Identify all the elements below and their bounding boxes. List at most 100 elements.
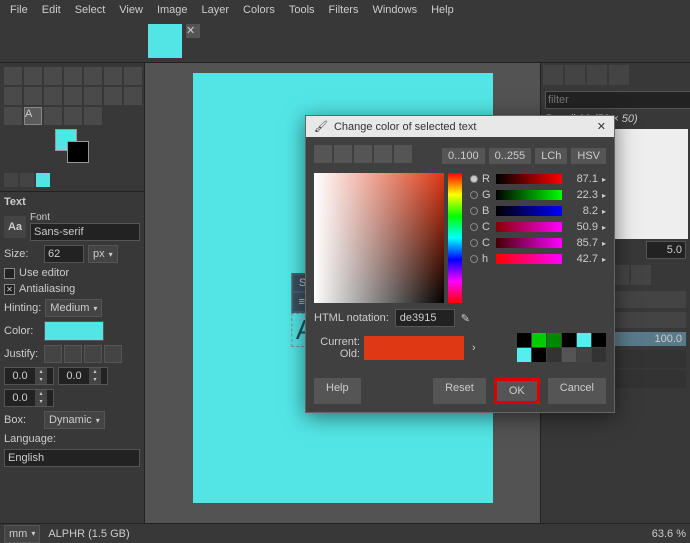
tool-rotate[interactable] <box>104 67 122 85</box>
channel-stepper-G[interactable]: ▸ <box>602 191 606 200</box>
tool-zoom[interactable] <box>84 107 102 125</box>
tool-brush[interactable] <box>64 87 82 105</box>
brush-preset-icon[interactable] <box>4 173 18 187</box>
tab-history-icon[interactable] <box>609 65 629 85</box>
help-button[interactable]: Help <box>314 378 361 404</box>
close-tab-icon[interactable]: ✕ <box>186 24 200 38</box>
palette-swatch[interactable] <box>532 348 546 362</box>
brush-filter-input[interactable] <box>545 91 690 109</box>
range-0-100-button[interactable]: 0..100 <box>442 148 485 164</box>
color-field[interactable] <box>314 173 444 303</box>
indent-spinner[interactable]: ▴▾ <box>4 367 54 385</box>
palette-swatch[interactable] <box>547 348 561 362</box>
palette-swatch[interactable] <box>592 333 606 347</box>
cancel-button[interactable]: Cancel <box>548 378 606 404</box>
close-icon[interactable]: ✕ <box>597 120 606 133</box>
tool-crop[interactable] <box>84 67 102 85</box>
menu-colors[interactable]: Colors <box>237 2 281 18</box>
picker-tab-gimp-icon[interactable] <box>314 145 332 163</box>
menu-file[interactable]: File <box>4 2 34 18</box>
tool-select-rect[interactable] <box>24 67 42 85</box>
unit-select[interactable]: mm▾ <box>4 525 40 543</box>
picker-tab-cmyk-icon[interactable] <box>334 145 352 163</box>
tab-brushes-icon[interactable] <box>543 65 563 85</box>
size-unit-select[interactable]: px▾ <box>88 245 118 263</box>
justify-left-icon[interactable] <box>44 345 62 363</box>
channel-stepper-C[interactable]: ▸ <box>602 239 606 248</box>
text-color-swatch[interactable] <box>44 321 104 341</box>
hue-strip[interactable] <box>448 173 462 303</box>
tab-patterns-icon[interactable] <box>565 65 585 85</box>
tool-clone[interactable] <box>104 87 122 105</box>
channel-stepper-C[interactable]: ▸ <box>602 223 606 232</box>
ok-button[interactable]: OK <box>494 378 540 404</box>
tool-warp[interactable] <box>4 87 22 105</box>
palette-swatch[interactable] <box>562 348 576 362</box>
palette-swatch[interactable] <box>562 333 576 347</box>
channel-radio-h[interactable] <box>470 255 478 263</box>
dialog-titlebar[interactable]: 🖌 Change color of selected text ✕ <box>306 116 614 137</box>
palette-swatch[interactable] <box>532 333 546 347</box>
size-field[interactable] <box>44 245 84 263</box>
eyedropper-icon[interactable]: ✎ <box>461 312 470 325</box>
picker-tab-water-icon[interactable] <box>354 145 372 163</box>
menu-image[interactable]: Image <box>151 2 194 18</box>
image-thumbnail[interactable] <box>148 24 182 58</box>
tool-picker[interactable] <box>44 107 62 125</box>
brush-spacing-spinner[interactable] <box>646 241 686 259</box>
channel-radio-C[interactable] <box>470 239 478 247</box>
tool-path[interactable] <box>4 107 22 125</box>
pattern-preset-icon[interactable] <box>20 173 34 187</box>
channel-radio-C[interactable] <box>470 223 478 231</box>
menu-tools[interactable]: Tools <box>283 2 321 18</box>
justify-right-icon[interactable] <box>64 345 82 363</box>
menu-edit[interactable]: Edit <box>36 2 67 18</box>
model-hsv-button[interactable]: HSV <box>571 148 606 164</box>
tool-select-free[interactable] <box>44 67 62 85</box>
channel-slider-G[interactable] <box>496 190 562 200</box>
range-0-255-button[interactable]: 0..255 <box>489 148 532 164</box>
palette-swatch[interactable] <box>577 348 591 362</box>
use-editor-checkbox[interactable] <box>4 268 15 279</box>
menu-help[interactable]: Help <box>425 2 460 18</box>
palette-swatch[interactable] <box>577 333 591 347</box>
letter-spacing-spinner[interactable]: ▴▾ <box>4 389 54 407</box>
channel-radio-G[interactable] <box>470 191 478 199</box>
brush-refresh-icon[interactable] <box>631 265 651 285</box>
picker-tab-wheel-icon[interactable] <box>374 145 392 163</box>
tool-text[interactable]: A <box>24 107 42 125</box>
swap-arrow-icon[interactable]: › <box>472 342 476 354</box>
channel-radio-R[interactable] <box>470 175 478 183</box>
palette-swatch[interactable] <box>547 333 561 347</box>
menu-windows[interactable]: Windows <box>366 2 423 18</box>
font-icon[interactable]: Aa <box>4 216 26 238</box>
box-select[interactable]: Dynamic▾ <box>44 411 105 429</box>
hinting-select[interactable]: Medium▾ <box>45 299 102 317</box>
reset-button[interactable]: Reset <box>433 378 486 404</box>
justify-center-icon[interactable] <box>84 345 102 363</box>
channel-stepper-B[interactable]: ▸ <box>602 207 606 216</box>
tool-gradient[interactable] <box>44 87 62 105</box>
tool-smudge[interactable] <box>124 87 142 105</box>
picker-tab-palette-icon[interactable] <box>394 145 412 163</box>
background-color[interactable] <box>67 141 89 163</box>
gradient-preset-icon[interactable] <box>36 173 50 187</box>
channel-slider-C[interactable] <box>496 222 562 232</box>
tool-eraser[interactable] <box>84 87 102 105</box>
channel-slider-h[interactable] <box>496 254 562 264</box>
menu-filters[interactable]: Filters <box>323 2 365 18</box>
palette-swatch[interactable] <box>517 348 531 362</box>
tool-move[interactable] <box>4 67 22 85</box>
menu-select[interactable]: Select <box>69 2 112 18</box>
tool-select-fuzzy[interactable] <box>64 67 82 85</box>
channel-slider-C[interactable] <box>496 238 562 248</box>
tool-flip[interactable] <box>124 67 142 85</box>
language-field[interactable] <box>4 449 140 467</box>
palette-swatch[interactable] <box>517 333 531 347</box>
antialiasing-checkbox[interactable] <box>4 284 15 295</box>
channel-slider-R[interactable] <box>496 174 562 184</box>
menu-layer[interactable]: Layer <box>196 2 236 18</box>
channel-slider-B[interactable] <box>496 206 562 216</box>
font-field[interactable] <box>30 223 140 241</box>
tool-bucket[interactable] <box>24 87 42 105</box>
